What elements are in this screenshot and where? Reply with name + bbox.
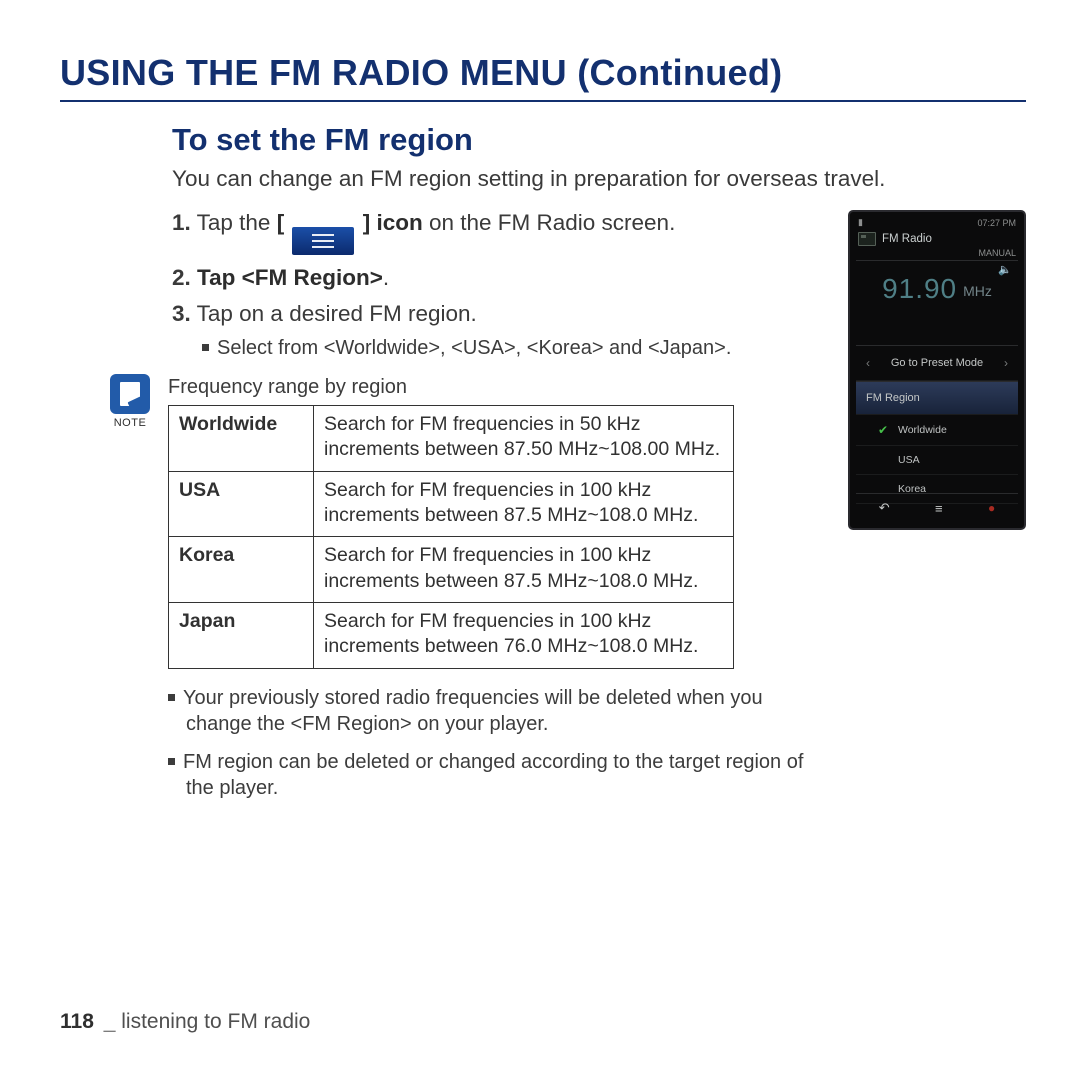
step-2-pre: Tap xyxy=(197,265,242,290)
device-preset-row[interactable]: ‹ Go to Preset Mode › xyxy=(856,345,1018,381)
desc-cell: Search for FM frequencies in 100 kHz inc… xyxy=(314,537,734,603)
device-option-worldwide[interactable]: ✔ Worldwide xyxy=(856,415,1018,446)
desc-cell: Search for FM frequencies in 50 kHz incr… xyxy=(314,406,734,472)
table-row: USA Search for FM frequencies in 100 kHz… xyxy=(169,471,734,537)
region-cell: Worldwide xyxy=(169,406,314,472)
back-icon[interactable]: ↶ xyxy=(879,500,890,516)
note-badge: NOTE xyxy=(106,374,154,429)
bullet-square-icon xyxy=(202,344,209,351)
step-1-iconword: icon xyxy=(370,210,423,235)
step-2: 2. Tap <FM Region>. xyxy=(172,265,828,291)
frequency-table: Worldwide Search for FM frequencies in 5… xyxy=(168,405,734,669)
note-bullet: Your previously stored radio frequencies… xyxy=(168,685,828,737)
bracket-open: [ xyxy=(277,210,291,235)
note-bullet: FM region can be deleted or changed acco… xyxy=(168,749,828,801)
desc-cell: Search for FM frequencies in 100 kHz inc… xyxy=(314,603,734,669)
substep-text: Select from <Worldwide>, <USA>, <Korea> … xyxy=(217,337,731,359)
step-num: 1. xyxy=(172,210,191,235)
chevron-right-icon: › xyxy=(1004,356,1008,370)
step-num: 2. xyxy=(172,265,191,290)
page-heading: USING THE FM RADIO MENU (Continued) xyxy=(60,52,1026,94)
region-cell: Korea xyxy=(169,537,314,603)
step-1-pre: Tap the xyxy=(197,210,277,235)
footer-separator: _ xyxy=(104,1010,116,1033)
menu-icon xyxy=(290,216,356,255)
table-row: Korea Search for FM frequencies in 100 k… xyxy=(169,537,734,603)
intro-text: You can change an FM region setting in p… xyxy=(172,166,1026,192)
region-cell: USA xyxy=(169,471,314,537)
device-region-label: FM Region xyxy=(866,392,920,404)
device-battery-icon: ▮ xyxy=(858,217,863,228)
desc-cell: Search for FM frequencies in 100 kHz inc… xyxy=(314,471,734,537)
note-label: NOTE xyxy=(106,417,154,429)
bracket-close: ] xyxy=(356,210,370,235)
substep: Select from <Worldwide>, <USA>, <Korea> … xyxy=(202,337,828,360)
step-3-text: Tap on a desired FM region. xyxy=(197,301,477,326)
chapter-title-text: listening to FM radio xyxy=(121,1010,310,1033)
step-2-post: . xyxy=(383,265,389,290)
region-cell: Japan xyxy=(169,603,314,669)
device-option-usa[interactable]: USA xyxy=(856,446,1018,475)
step-1-post: on the FM Radio screen. xyxy=(423,210,676,235)
check-icon: ✔ xyxy=(878,423,890,437)
section-subheading: To set the FM region xyxy=(172,122,1026,158)
device-mode-label: MANUAL xyxy=(856,248,1018,260)
device-app-title: FM Radio xyxy=(882,233,932,245)
radio-app-icon xyxy=(858,232,876,246)
speaker-icon: 🔈 xyxy=(998,263,1012,276)
page-number: 118 xyxy=(60,1010,94,1033)
page-footer: 118 _ listening to FM radio xyxy=(60,1010,310,1034)
record-icon[interactable]: ● xyxy=(988,501,995,515)
step-3: 3. Tap on a desired FM region. xyxy=(172,301,828,327)
device-clock: 07:27 PM xyxy=(977,218,1016,228)
device-option-label: Worldwide xyxy=(898,424,947,436)
device-frequency: 91.90 xyxy=(882,273,957,305)
note-icon xyxy=(110,374,150,414)
bullet-square-icon xyxy=(168,694,175,701)
menu-icon[interactable]: ≡ xyxy=(935,501,943,516)
step-num: 3. xyxy=(172,301,191,326)
device-screenshot: ▮ 07:27 PM FM Radio MANUAL 🔈 91.90 MHz ‹… xyxy=(848,210,1026,530)
table-row: Worldwide Search for FM frequencies in 5… xyxy=(169,406,734,472)
device-fm-region-row[interactable]: FM Region xyxy=(856,381,1018,415)
device-option-label: USA xyxy=(898,454,920,466)
heading-rule xyxy=(60,100,1026,102)
device-preset-label: Go to Preset Mode xyxy=(891,357,983,369)
bullet-square-icon xyxy=(168,758,175,765)
table-row: Japan Search for FM frequencies in 100 k… xyxy=(169,603,734,669)
step-2-bold: <FM Region> xyxy=(242,265,383,290)
device-mhz: MHz xyxy=(963,283,992,299)
note-title: Frequency range by region xyxy=(168,376,828,399)
step-1: 1. Tap the [ ] icon on the FM Radio scre… xyxy=(172,210,828,255)
chevron-left-icon: ‹ xyxy=(866,356,870,370)
